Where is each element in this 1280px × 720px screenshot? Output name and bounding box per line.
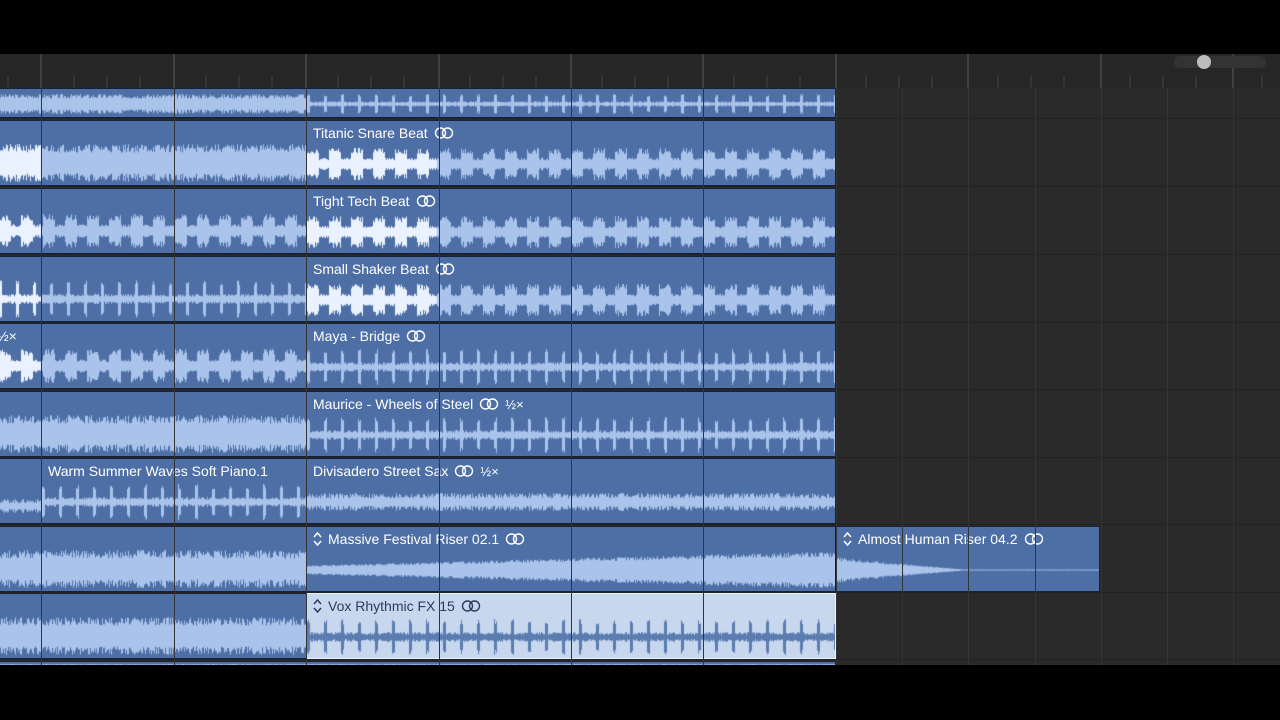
region-waveform — [0, 491, 41, 521]
region-left-fragment[interactable] — [0, 188, 308, 254]
region-title: Warm Summer Waves Soft Piano.1 — [48, 463, 268, 479]
region-title: Small Shaker Beat — [313, 261, 429, 277]
grid-line — [1101, 88, 1102, 665]
loop-icon — [434, 127, 453, 139]
speed-badge: ½× — [480, 463, 499, 479]
loop-icon — [455, 465, 474, 477]
loop-icon — [1024, 533, 1043, 545]
region-header: Warm Summer Waves Soft Piano.1 — [48, 463, 268, 479]
grid-line — [306, 88, 307, 665]
region-title: Massive Festival Riser 02.1 — [328, 531, 500, 547]
region-waveform — [0, 211, 307, 251]
grid-line — [1233, 88, 1234, 665]
region-waveform — [0, 662, 307, 665]
region-title: Tight Tech Beat — [313, 193, 410, 209]
region-header: Massive Festival Riser 02.1 — [313, 531, 525, 547]
grid-line — [703, 88, 704, 665]
zoom-slider[interactable] — [1174, 55, 1266, 69]
grid-line — [439, 88, 440, 665]
region-top-left[interactable] — [0, 88, 308, 118]
grid-line — [836, 88, 837, 665]
up-down-arrows-icon[interactable] — [313, 532, 322, 546]
region-left-fragment[interactable] — [0, 120, 308, 186]
lane-separator — [0, 118, 1280, 119]
grid-line — [41, 88, 42, 665]
region-title: Vox Rhythmic FX 15 — [328, 598, 455, 614]
loop-icon — [505, 533, 525, 545]
track-lanes: ½× Titanic Snare Beat Tight Tech Beat Small… — [0, 88, 1280, 665]
region-left-fragment[interactable] — [0, 593, 308, 659]
loop-icon — [406, 330, 426, 342]
region-title: Almost Human Riser 04.2 — [858, 531, 1018, 547]
region-header: Titanic Snare Beat — [313, 125, 454, 141]
region-waveform — [0, 93, 307, 115]
grid-line — [174, 88, 175, 665]
region-header: Maurice - Wheels of Steel ½× — [313, 396, 524, 412]
region-left-fragment[interactable] — [0, 458, 42, 524]
grid-line — [571, 88, 572, 665]
grid-line — [1035, 88, 1036, 665]
up-down-arrows-icon[interactable] — [843, 532, 852, 546]
region-waveform — [0, 616, 307, 656]
region-title: Maya - Bridge — [313, 328, 401, 344]
region-title: Titanic Snare Beat — [313, 125, 428, 141]
region-waveform — [0, 279, 307, 319]
loop-icon — [435, 263, 455, 275]
region-header: Tight Tech Beat — [313, 193, 436, 209]
tracks-area[interactable]: ½× Titanic Snare Beat Tight Tech Beat Small… — [0, 54, 1280, 665]
region-bottom-fragment[interactable] — [0, 661, 308, 665]
lane-separator — [0, 254, 1280, 255]
speed-badge: ½× — [505, 396, 524, 412]
grid-line — [902, 88, 903, 665]
lane-separator — [0, 659, 1280, 660]
grid-line — [1167, 88, 1168, 665]
zoom-slider-knob[interactable] — [1197, 55, 1211, 69]
loop-icon — [416, 195, 435, 207]
speed-badge: ½× — [0, 328, 17, 344]
region-header: Maya - Bridge — [313, 328, 426, 344]
region-left-fragment[interactable] — [0, 256, 308, 322]
region-header: Almost Human Riser 04.2 — [843, 531, 1044, 547]
up-down-arrows-icon[interactable] — [313, 599, 322, 613]
loop-icon — [461, 600, 481, 612]
region-waveform — [0, 414, 307, 454]
region-header: Divisadero Street Sax ½× — [313, 463, 499, 479]
region-header: Vox Rhythmic FX 15 — [313, 598, 481, 614]
region-waveform — [0, 346, 307, 386]
timeline-ruler[interactable] — [0, 54, 1280, 88]
region-waveform — [0, 143, 307, 183]
region-title: Maurice - Wheels of Steel — [313, 396, 474, 412]
loop-icon — [480, 398, 499, 410]
lane-separator — [0, 524, 1280, 525]
region-header: Small Shaker Beat — [313, 261, 455, 277]
lane-separator — [0, 186, 1280, 187]
region-left-fragment[interactable] — [0, 391, 308, 457]
region-left-fragment[interactable]: ½× — [0, 323, 308, 389]
region-waveform — [0, 549, 307, 589]
lane-separator — [0, 389, 1280, 390]
grid-line — [968, 88, 969, 665]
region-title: Divisadero Street Sax — [313, 463, 449, 479]
region-left-fragment[interactable] — [0, 526, 308, 592]
